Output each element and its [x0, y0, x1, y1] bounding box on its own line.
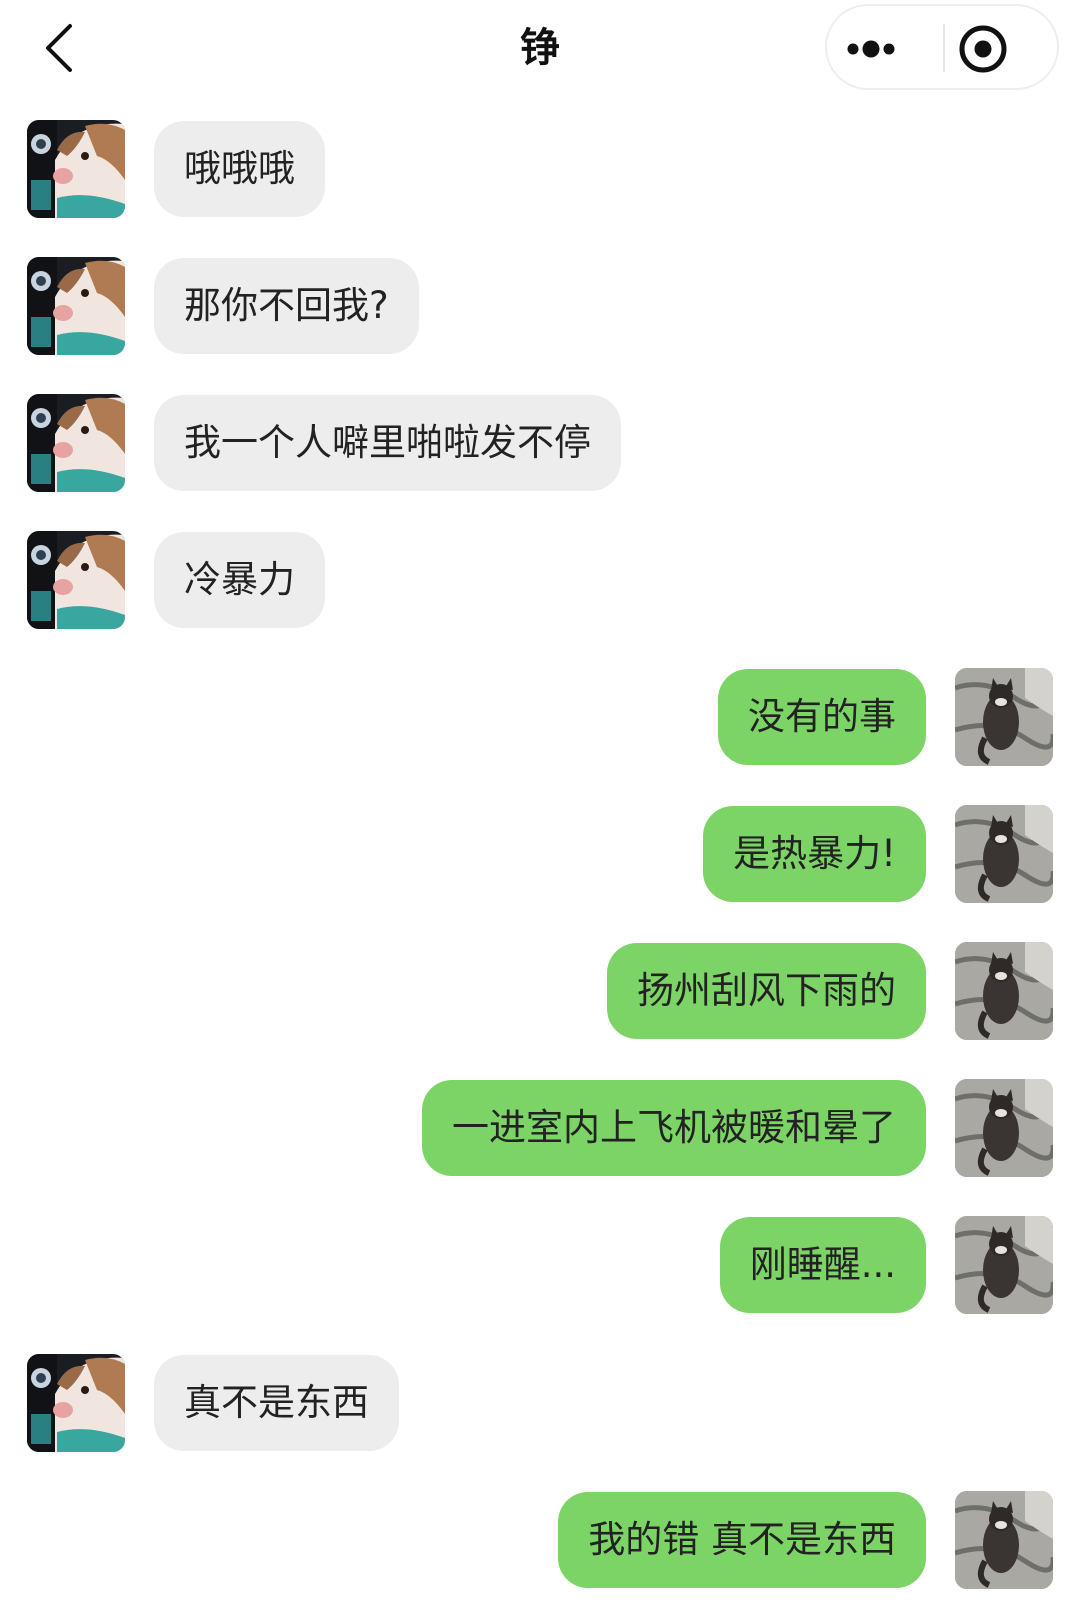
user-avatar[interactable]	[955, 942, 1053, 1040]
outgoing-message-bubble[interactable]: 没有的事	[718, 669, 926, 765]
outgoing-message-bubble[interactable]: 扬州刮风下雨的	[607, 943, 926, 1039]
incoming-message-bubble[interactable]: 我一个人噼里啪啦发不停	[154, 395, 621, 491]
message-list[interactable]: 哦哦哦 那你不回我? 我一个人噼里啪啦发不停 冷暴力 没有的事 是热暴力! 扬州…	[0, 0, 1080, 1602]
user-avatar[interactable]	[955, 1216, 1053, 1314]
contact-avatar[interactable]	[27, 1354, 125, 1452]
outgoing-message-bubble[interactable]: 刚睡醒...	[719, 1217, 926, 1313]
incoming-message-bubble[interactable]: 哦哦哦	[154, 121, 325, 217]
user-avatar[interactable]	[955, 1079, 1053, 1177]
message-row: 扬州刮风下雨的	[0, 942, 1080, 1042]
message-row: 没有的事	[0, 668, 1080, 768]
incoming-message-bubble[interactable]: 冷暴力	[154, 532, 325, 628]
contact-avatar[interactable]	[27, 257, 125, 355]
message-row: 真不是东西	[0, 1354, 1080, 1454]
message-row: 我的错 真不是东西	[0, 1491, 1080, 1591]
message-row: 冷暴力	[0, 531, 1080, 631]
user-avatar[interactable]	[955, 805, 1053, 903]
message-row: 刚睡醒...	[0, 1216, 1080, 1316]
message-row: 哦哦哦	[0, 120, 1080, 220]
incoming-message-bubble[interactable]: 真不是东西	[154, 1355, 399, 1451]
outgoing-message-bubble[interactable]: 一进室内上飞机被暖和晕了	[422, 1080, 926, 1176]
contact-avatar[interactable]	[27, 394, 125, 492]
contact-avatar[interactable]	[27, 120, 125, 218]
user-avatar[interactable]	[955, 668, 1053, 766]
outgoing-message-bubble[interactable]: 是热暴力!	[703, 806, 926, 902]
contact-avatar[interactable]	[27, 531, 125, 629]
incoming-message-bubble[interactable]: 那你不回我?	[154, 258, 419, 354]
message-row: 是热暴力!	[0, 805, 1080, 905]
message-row: 一进室内上飞机被暖和晕了	[0, 1079, 1080, 1179]
outgoing-message-bubble[interactable]: 我的错 真不是东西	[558, 1492, 926, 1588]
message-row: 那你不回我?	[0, 257, 1080, 357]
user-avatar[interactable]	[955, 1491, 1053, 1589]
message-row: 我一个人噼里啪啦发不停	[0, 394, 1080, 494]
